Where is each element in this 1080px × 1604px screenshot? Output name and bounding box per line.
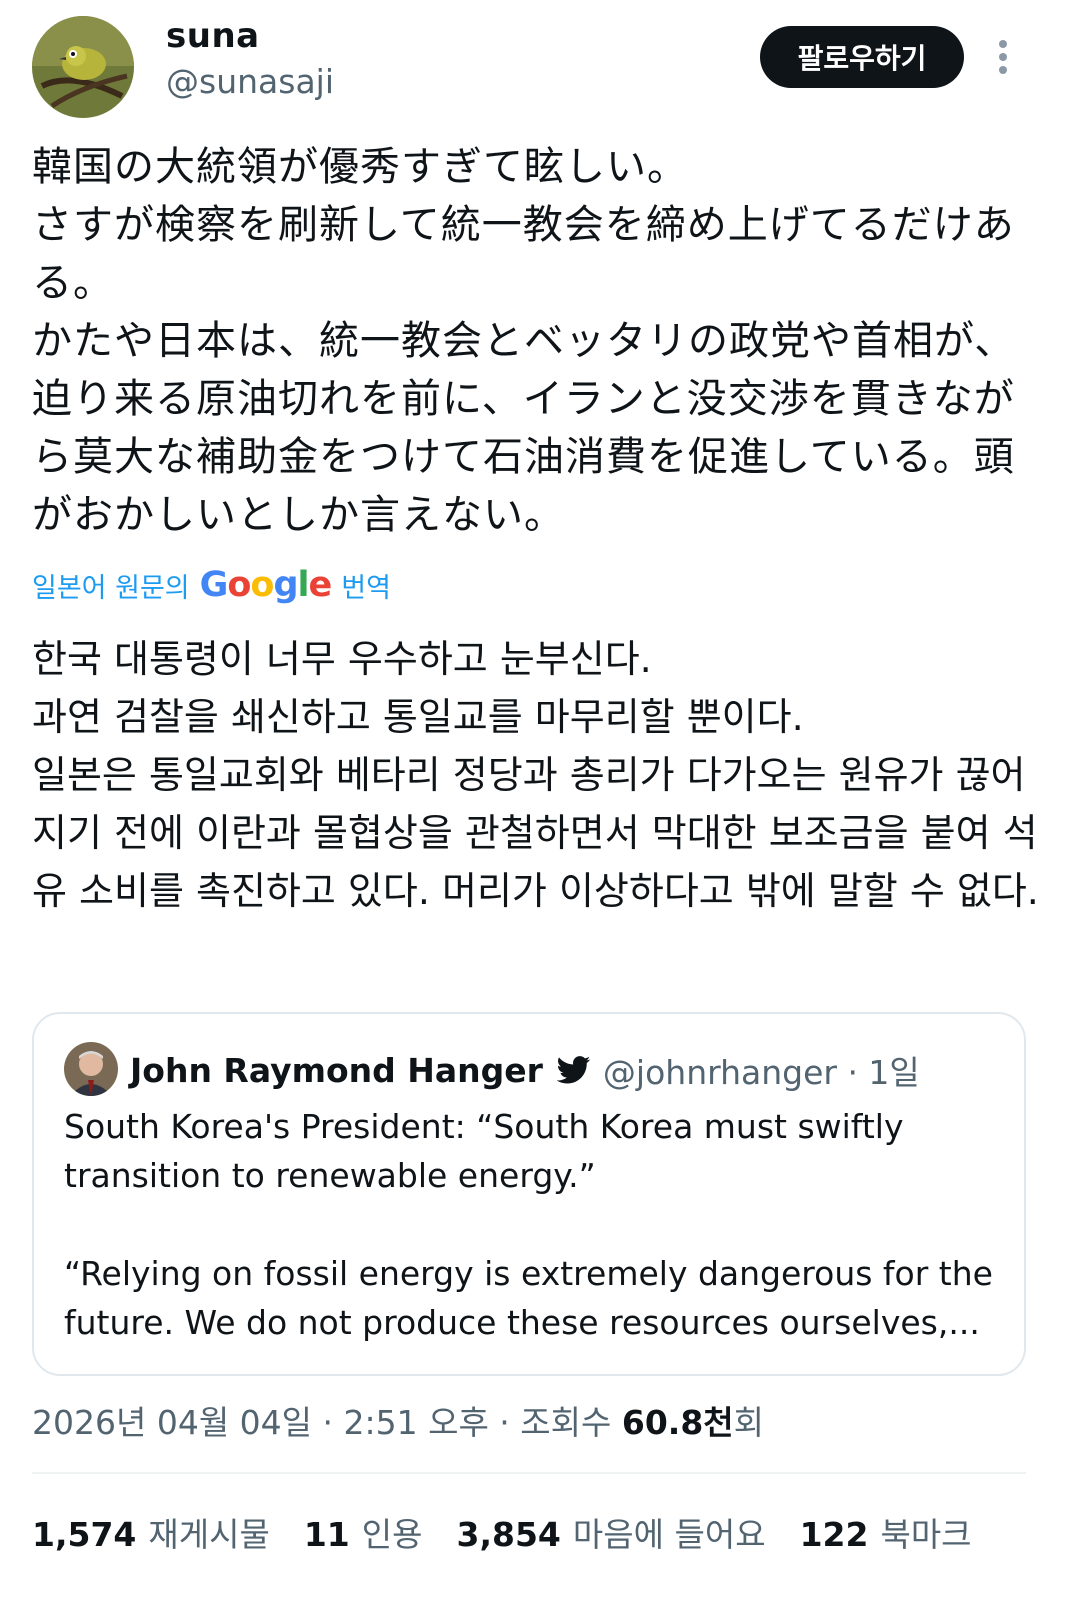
stat-count: 122 bbox=[799, 1515, 869, 1554]
tweet-meta: 2026년 04월 04일 · 2:51 오후 · 조회수 60.8천회 bbox=[32, 1396, 764, 1444]
stat-label: 북마크 bbox=[880, 1515, 972, 1554]
translate-prefix: 일본어 원문의 bbox=[32, 572, 190, 604]
stat-bookmarks[interactable]: 122 북마크 bbox=[800, 1508, 972, 1556]
view-count-suffix: 회 bbox=[733, 1403, 765, 1442]
translate-suffix: 번역 bbox=[341, 572, 391, 604]
twitter-bird-icon bbox=[556, 1056, 591, 1084]
user-avatar[interactable] bbox=[32, 16, 134, 118]
quote-handle-time[interactable]: @johnrhanger · 1일 bbox=[603, 1046, 920, 1094]
stat-label: 재게시물 bbox=[148, 1515, 270, 1554]
quoted-tweet[interactable]: John Raymond Hanger @johnrhanger · 1일 So… bbox=[32, 1012, 1026, 1376]
stat-likes[interactable]: 3,854 마음에 들어요 bbox=[457, 1508, 766, 1556]
google-logo: Google bbox=[199, 565, 333, 605]
view-count: 60.8천 bbox=[621, 1403, 734, 1442]
quote-avatar[interactable] bbox=[64, 1042, 118, 1096]
quote-text: South Korea's President: “South Korea mu… bbox=[64, 1107, 993, 1342]
divider bbox=[32, 1472, 1026, 1474]
follow-button[interactable]: 팔로우하기 bbox=[760, 26, 964, 88]
stat-reposts[interactable]: 1,574 재게시물 bbox=[32, 1508, 270, 1556]
stat-label: 인용 bbox=[361, 1515, 423, 1554]
engagement-stats: 1,574 재게시물 11 인용 3,854 마음에 들어요 122 북마크 bbox=[32, 1508, 1006, 1556]
tweet-translated-text: 한국 대통령이 너무 우수하고 눈부신다. 과연 검찰을 쇄신하고 통일교를 마… bbox=[32, 637, 1039, 913]
tweet-datetime[interactable]: 2026년 04월 04일 · 2:51 오후 · 조회수 bbox=[32, 1403, 622, 1442]
quote-author-name[interactable]: John Raymond Hanger bbox=[130, 1051, 543, 1090]
tweet-original-text: 韓国の大統領が優秀すぎて眩しい。 さすが検察を刷新して統一教会を締め上げてるだけ… bbox=[32, 144, 1016, 538]
stat-count: 1,574 bbox=[32, 1515, 137, 1554]
user-handle[interactable]: @sunasaji bbox=[166, 62, 334, 101]
stat-count: 3,854 bbox=[456, 1515, 561, 1554]
stat-count: 11 bbox=[303, 1515, 350, 1554]
quote-header: John Raymond Hanger @johnrhanger · 1일 bbox=[130, 1046, 920, 1094]
tweet-header: suna @sunasaji 팔로우하기 bbox=[0, 0, 1080, 130]
stat-label: 마음에 들어요 bbox=[572, 1515, 766, 1554]
translation-attribution[interactable]: 일본어 원문의 Google 번역 bbox=[32, 562, 391, 608]
stat-quotes[interactable]: 11 인용 bbox=[304, 1508, 423, 1556]
user-display-name[interactable]: suna bbox=[166, 16, 260, 56]
more-vertical-icon[interactable] bbox=[986, 34, 1020, 80]
